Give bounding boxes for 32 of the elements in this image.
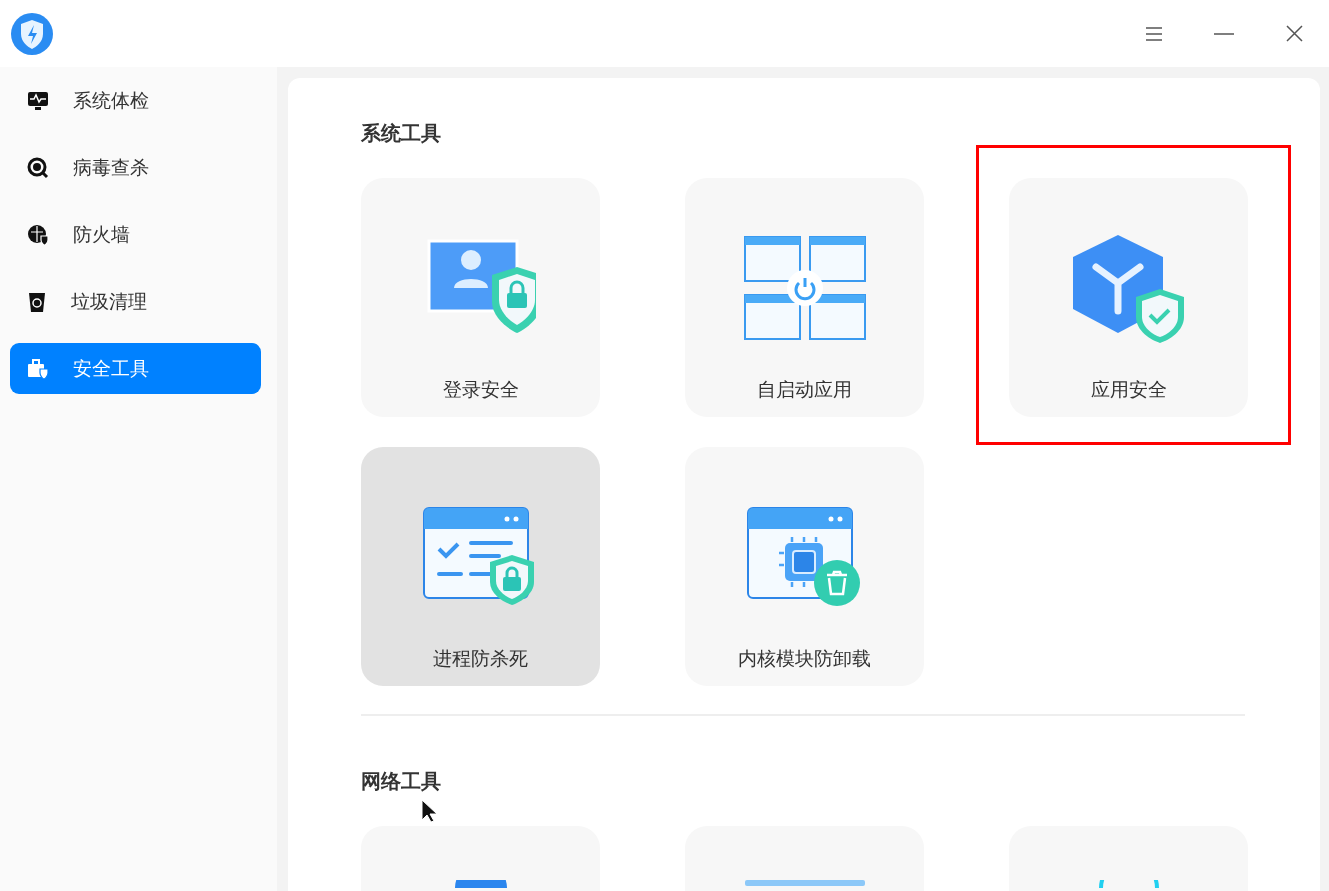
tool-label: 登录安全 (442, 377, 519, 402)
scan-icon (27, 156, 49, 179)
cube-shield-icon (1071, 233, 1186, 343)
chip-bin-icon (747, 507, 862, 607)
tool-card[interactable]: 进程防杀死 (361, 447, 600, 686)
ring-icon (1096, 880, 1161, 888)
tool-label: 内核模块防卸载 (738, 646, 871, 671)
close-icon (1285, 25, 1303, 42)
globe-shield-icon (27, 223, 49, 246)
monitor-icon (27, 90, 49, 111)
sidebar-item[interactable]: 系统体检 (10, 75, 261, 126)
sidebar-item[interactable]: 防火墙 (10, 209, 261, 260)
tool-card[interactable]: 登录安全 (361, 178, 600, 417)
shield-bolt-logo (10, 11, 54, 56)
minimize-icon (1214, 32, 1234, 35)
tool-label: 自启动应用 (757, 377, 852, 402)
window-icon (744, 880, 865, 886)
section-title: 网络工具 (361, 768, 441, 795)
tool-label: 应用安全 (1090, 377, 1167, 402)
sidebar-item[interactable]: 安全工具 (10, 343, 261, 394)
sidebar-item[interactable]: 垃圾清理 (10, 276, 261, 327)
sidebar-item[interactable]: 病毒查杀 (10, 142, 261, 193)
cursor-icon (420, 799, 438, 823)
tool-label: 进程防杀死 (433, 646, 528, 671)
tool-card[interactable]: 内核模块防卸载 (685, 447, 924, 686)
section-title: 系统工具 (361, 120, 441, 147)
toolbox-icon (27, 357, 49, 380)
tool-card[interactable]: 应用安全 (1009, 178, 1248, 417)
tool-card[interactable]: 自启动应用 (685, 178, 924, 417)
bin-icon (27, 290, 47, 313)
menu-icon (1145, 25, 1163, 42)
windows-power-icon (743, 236, 866, 340)
